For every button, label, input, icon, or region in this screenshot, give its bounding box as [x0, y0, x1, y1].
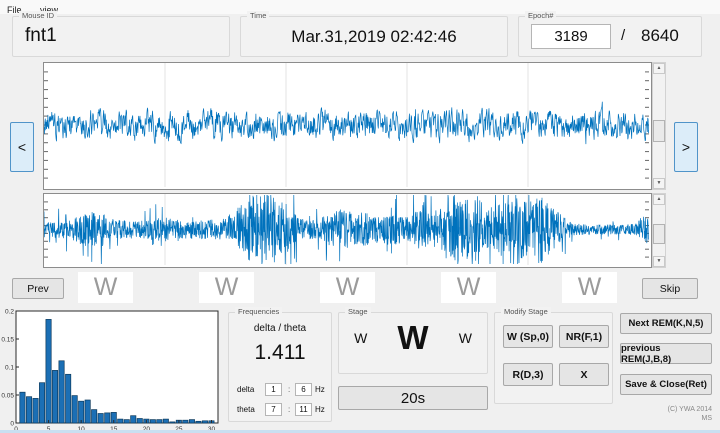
stage-nrem-button[interactable]: NR(F,1)	[559, 325, 609, 348]
copyright-initials: MS	[668, 414, 712, 423]
delta-from-input[interactable]: 1	[265, 383, 282, 396]
epoch-stage-box-2: W	[199, 272, 254, 303]
epoch-total: 8640	[641, 26, 679, 46]
theta-separator: :	[288, 405, 290, 414]
svg-text:0.2: 0.2	[5, 309, 14, 316]
stage-rem-button[interactable]: R(D,3)	[503, 363, 553, 386]
delta-label: delta	[237, 385, 254, 394]
theta-from-input[interactable]: 7	[265, 403, 282, 416]
eeg-scrollbar[interactable]: ▲ ▼	[652, 62, 666, 190]
stage-prev-value: W	[354, 330, 367, 346]
eeg-plot	[43, 62, 652, 190]
delta-theta-ratio-label: delta / theta	[229, 323, 331, 334]
copyright-line: (C) YWA 2014	[668, 405, 712, 414]
delta-to-input[interactable]: 6	[295, 383, 312, 396]
next-rem-button[interactable]: Next REM(K,N,5)	[620, 313, 712, 334]
delta-theta-ratio-value: 1.411	[229, 341, 331, 365]
mouse-id-groupbox: Mouse ID fnt1	[12, 16, 230, 57]
stage-label: Stage	[345, 307, 371, 317]
stage-wake-button[interactable]: W (Sp,0)	[503, 325, 553, 348]
epoch-stage-box-3: W	[320, 272, 375, 303]
emg-scrollbar[interactable]: ▲ ▼	[652, 193, 666, 268]
stage-current-value: W	[397, 319, 428, 357]
scroll-up-icon[interactable]: ▲	[653, 63, 665, 74]
epoch-separator: /	[621, 27, 625, 44]
epoch-label: Epoch#	[525, 11, 556, 21]
prev-button[interactable]: Prev	[12, 278, 64, 299]
emg-plot	[43, 193, 652, 268]
time-groupbox: Time Mar.31,2019 02:42:46	[240, 16, 508, 57]
eeg-scrollbar-thumb[interactable]	[653, 120, 665, 142]
epoch-groupbox: Epoch# 3189 / 8640	[518, 16, 702, 57]
mouse-id-value: fnt1	[25, 25, 57, 47]
delta-separator: :	[288, 385, 290, 394]
modify-stage-label: Modify Stage	[501, 307, 551, 317]
sleep-scoring-app-window: File view Mouse ID fnt1 Time Mar.31,2019…	[0, 0, 720, 433]
scroll-down-icon[interactable]: ▼	[653, 178, 665, 189]
theta-to-input[interactable]: 11	[295, 403, 312, 416]
time-label: Time	[247, 11, 269, 21]
mouse-id-label: Mouse ID	[19, 11, 57, 21]
theta-label: theta	[237, 405, 255, 414]
frequencies-label: Frequencies	[235, 307, 282, 317]
skip-button[interactable]: Skip	[642, 278, 698, 299]
save-close-button[interactable]: Save & Close(Ret)	[620, 374, 712, 395]
epoch-stage-box-5: W	[562, 272, 617, 303]
epoch-stage-box-1: W	[78, 272, 133, 303]
scroll-up-icon[interactable]: ▲	[653, 194, 665, 205]
svg-text:0.1: 0.1	[5, 365, 14, 372]
copyright-text: (C) YWA 2014 MS	[668, 405, 712, 423]
theta-unit: Hz	[315, 405, 325, 414]
emg-scrollbar-thumb[interactable]	[653, 224, 665, 244]
frequencies-groupbox: Frequencies delta / theta 1.411 delta 1 …	[228, 312, 332, 422]
previous-rem-button[interactable]: previous REM(J,B,8)	[620, 343, 712, 364]
epoch-current-input[interactable]: 3189	[531, 24, 611, 49]
scroll-down-icon[interactable]: ▼	[653, 256, 665, 267]
delta-unit: Hz	[315, 385, 325, 394]
epoch-stage-box-4: W	[441, 272, 496, 303]
stage-x-button[interactable]: X	[559, 363, 609, 386]
delta-band-row: delta 1 : 6 Hz	[229, 383, 331, 396]
stage-next-value: W	[459, 330, 472, 346]
prev-epoch-arrow-button[interactable]: <	[10, 122, 34, 172]
theta-band-row: theta 7 : 11 Hz	[229, 403, 331, 416]
menu-bar: File view	[0, 0, 720, 14]
svg-text:0.05: 0.05	[1, 393, 14, 400]
modify-stage-groupbox: Modify Stage W (Sp,0) NR(F,1) R(D,3) X	[494, 312, 613, 404]
epoch-duration-button[interactable]: 20s	[338, 386, 488, 410]
next-epoch-arrow-button[interactable]: >	[674, 122, 698, 172]
stage-groupbox: Stage W W W	[338, 312, 488, 374]
svg-text:0.15: 0.15	[1, 337, 14, 344]
time-value: Mar.31,2019 02:42:46	[241, 27, 507, 47]
frequency-histogram: 00.050.10.150.2051015202530	[0, 308, 226, 433]
